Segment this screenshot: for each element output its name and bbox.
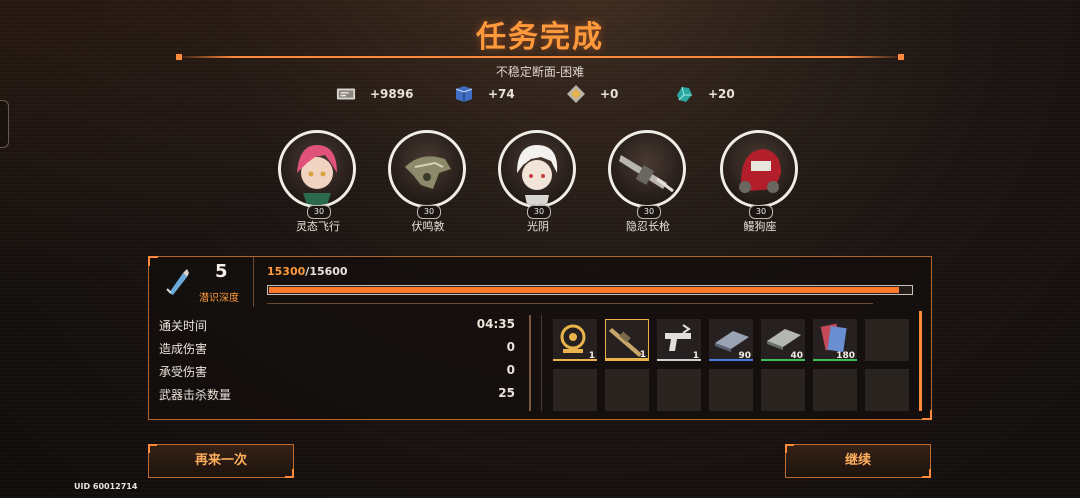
xp-divider <box>267 303 873 304</box>
stat-row: 承受伤害 0 <box>159 363 517 381</box>
rarity-strip <box>657 359 701 361</box>
xp-progress-bar <box>267 285 913 295</box>
reward-value: +74 <box>488 87 515 101</box>
team-roster: 30 灵态飞行 30 伏鸣敦 30 光阴 30 隐忍长枪 30 鳗狗座 <box>0 130 1080 240</box>
depth-value: 5 <box>215 261 228 282</box>
reward-value: +20 <box>708 87 735 101</box>
empty-loot-slot <box>865 319 909 361</box>
diamond-chip-icon <box>566 84 586 104</box>
loot-scrollbar[interactable] <box>919 311 922 411</box>
rarity-strip <box>813 359 857 361</box>
level-badge: 30 <box>749 205 773 219</box>
reward-value: +0 <box>600 87 619 101</box>
member-name: 鳗狗座 <box>743 220 777 233</box>
book-icon <box>454 84 474 104</box>
result-panel: 5 潜识深度 15300/15600 通关时间 04:35 造成伤害 0 承受伤… <box>148 256 932 420</box>
empty-loot-slot <box>709 369 753 411</box>
stats-scrollbar[interactable] <box>529 315 531 411</box>
team-member[interactable]: 30 光阴 <box>498 130 582 234</box>
crystal-icon <box>674 84 694 104</box>
member-name: 光阴 <box>527 220 549 233</box>
rifle-portrait <box>608 130 686 208</box>
reward-chip: +0 <box>566 84 618 104</box>
team-member[interactable]: 30 灵态飞行 <box>278 130 362 234</box>
loot-slot[interactable]: 90 <box>709 319 753 361</box>
rarity-strip <box>606 358 648 360</box>
xp-progress-fill <box>269 287 899 293</box>
user-id: UID 60012714 <box>74 482 138 491</box>
rarity-strip <box>709 359 753 361</box>
stage-name: 不稳定断面-困难 <box>495 65 585 79</box>
team-member[interactable]: 30 鳗狗座 <box>720 130 804 234</box>
empty-loot-slot <box>865 369 909 411</box>
reward-ticket: +9896 <box>336 84 413 104</box>
empty-loot-slot <box>553 369 597 411</box>
loot-slot[interactable]: 1 <box>553 319 597 361</box>
empty-loot-slot <box>813 369 857 411</box>
loot-grid: 1 1 1 90 40 180 <box>553 319 913 411</box>
stat-row: 武器击杀数量 25 <box>159 386 517 404</box>
level-badge: 30 <box>637 205 661 219</box>
member-name: 灵态飞行 <box>296 220 340 233</box>
xp-max: 15600 <box>309 265 348 278</box>
loot-slot[interactable]: 180 <box>813 319 857 361</box>
rarity-strip <box>761 359 805 361</box>
xp-current: 15300 <box>267 265 306 278</box>
stat-row: 通关时间 04:35 <box>159 317 517 335</box>
reward-bar: +9896 +74 +0 +20 <box>0 84 1080 104</box>
level-badge: 30 <box>417 205 441 219</box>
loot-slot[interactable]: 1 <box>657 319 701 361</box>
stat-label: 承受伤害 <box>159 365 208 379</box>
xp-readout: 15300/15600 <box>267 265 348 278</box>
depth-label: 潜识深度 <box>199 293 239 304</box>
stat-label: 通关时间 <box>159 319 208 333</box>
member-name: 隐忍长枪 <box>626 220 670 233</box>
stat-label: 武器击杀数量 <box>159 388 232 402</box>
team-member[interactable]: 30 隐忍长枪 <box>608 130 692 234</box>
stat-value: 0 <box>506 340 515 354</box>
title-divider <box>176 54 904 60</box>
page-title: 任务完成 <box>476 20 604 55</box>
dive-capsule-icon <box>166 269 189 295</box>
loot-slot[interactable]: 1 <box>605 319 649 361</box>
level-badge: 30 <box>307 205 331 219</box>
level-badge: 30 <box>527 205 551 219</box>
pink-hair-character-portrait <box>278 130 356 208</box>
reward-value: +9896 <box>370 87 414 101</box>
ticket-icon <box>336 84 356 104</box>
white-hair-character-portrait <box>498 130 576 208</box>
rarity-strip <box>553 359 597 361</box>
reward-book: +74 <box>454 84 515 104</box>
stat-row: 造成伤害 0 <box>159 340 517 358</box>
red-mech-portrait <box>720 130 798 208</box>
empty-loot-slot <box>657 369 701 411</box>
loot-slot[interactable]: 40 <box>761 319 805 361</box>
stat-value: 0 <box>506 363 515 377</box>
depth-indicator: 5 潜识深度 <box>149 257 254 307</box>
member-name: 伏鸣敦 <box>411 220 445 233</box>
stats-list: 通关时间 04:35 造成伤害 0 承受伤害 0 武器击杀数量 25 <box>159 315 517 411</box>
stat-value: 25 <box>498 386 515 400</box>
continue-button[interactable]: 继续 <box>785 444 931 478</box>
panel-divider <box>541 315 542 411</box>
stat-value: 04:35 <box>476 317 515 331</box>
retry-button[interactable]: 再来一次 <box>148 444 294 478</box>
header: 任务完成 <box>0 0 1080 72</box>
drone-creature-portrait <box>388 130 466 208</box>
team-member[interactable]: 30 伏鸣敦 <box>388 130 472 234</box>
empty-loot-slot <box>605 369 649 411</box>
empty-loot-slot <box>761 369 805 411</box>
reward-crystal: +20 <box>674 84 735 104</box>
stat-label: 造成伤害 <box>159 342 208 356</box>
